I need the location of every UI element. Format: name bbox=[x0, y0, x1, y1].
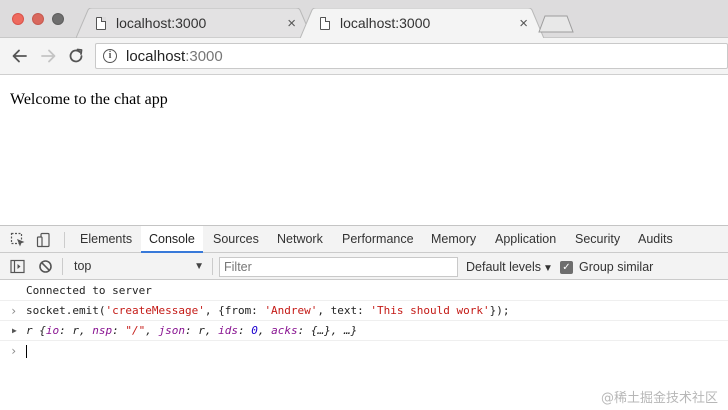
sidebar-toggle-icon[interactable] bbox=[10, 259, 25, 274]
command-string: 'createMessage' bbox=[105, 304, 205, 317]
devtools-tab-bar: Elements Console Sources Network Perform… bbox=[0, 226, 728, 253]
devtools-tab-network[interactable]: Network bbox=[277, 226, 323, 253]
log-levels-label: Default levels bbox=[466, 260, 542, 274]
devtools-tab-security[interactable]: Security bbox=[575, 226, 620, 253]
result-value: "/" bbox=[125, 324, 146, 337]
tab-close-icon[interactable]: × bbox=[519, 16, 528, 31]
chevron-right-icon: › bbox=[10, 304, 18, 318]
zoom-window-button[interactable] bbox=[52, 13, 64, 25]
command-string: 'This should work' bbox=[370, 304, 490, 317]
command-string: 'Andrew' bbox=[264, 304, 318, 317]
page-viewport: Welcome to the chat app bbox=[0, 75, 728, 225]
devtools-tab-sources[interactable]: Sources bbox=[213, 226, 259, 253]
toolbar-divider bbox=[212, 258, 213, 275]
console-filter-input[interactable] bbox=[219, 257, 458, 277]
result-key: nsp bbox=[92, 324, 113, 337]
url-port: :3000 bbox=[185, 47, 223, 65]
devtools-tab-console[interactable]: Console bbox=[141, 226, 203, 253]
devtools-tab-performance[interactable]: Performance bbox=[342, 226, 414, 253]
info-icon[interactable]: i bbox=[103, 49, 117, 63]
text-cursor bbox=[26, 344, 27, 358]
result-key: json bbox=[158, 324, 186, 337]
devtools-tab-application[interactable]: Application bbox=[495, 226, 556, 253]
devtools-panel: Elements Console Sources Network Perform… bbox=[0, 225, 728, 410]
result-value: r bbox=[198, 324, 205, 337]
tab-title: localhost:3000 bbox=[116, 15, 207, 31]
result-value: 0 bbox=[251, 324, 258, 337]
command-part: , text: bbox=[317, 304, 371, 317]
url-text[interactable]: localhost:3000 bbox=[126, 48, 223, 65]
tab-close-icon[interactable]: × bbox=[287, 16, 296, 31]
console-command: › socket.emit('createMessage', {from: 'A… bbox=[0, 301, 728, 321]
minimize-window-button[interactable] bbox=[32, 13, 44, 25]
device-toolbar-icon[interactable] bbox=[36, 232, 52, 248]
back-arrow-icon[interactable] bbox=[10, 46, 30, 66]
console-output: Connected to server › socket.emit('creat… bbox=[0, 281, 728, 361]
command-part: }); bbox=[489, 304, 510, 317]
toolbar-divider bbox=[62, 258, 63, 275]
expand-triangle-icon[interactable]: ▶ bbox=[12, 321, 17, 341]
inspect-element-icon[interactable] bbox=[10, 232, 26, 248]
result-brace: { bbox=[39, 324, 46, 337]
page-icon bbox=[96, 16, 106, 30]
console-toolbar: top ▼ Default levels▼ ✓ Group similar bbox=[0, 253, 728, 280]
log-text: Connected to server bbox=[26, 284, 152, 297]
reload-icon[interactable] bbox=[66, 46, 86, 66]
browser-titlebar: localhost:3000 × localhost:3000 × bbox=[0, 0, 728, 38]
devtools-tab-audits[interactable]: Audits bbox=[638, 226, 673, 253]
url-host: localhost bbox=[126, 47, 186, 65]
close-window-button[interactable] bbox=[12, 13, 24, 25]
result-brace: , …} bbox=[330, 324, 358, 337]
dropdown-arrow-icon: ▼ bbox=[543, 263, 553, 274]
result-key: ids bbox=[218, 324, 238, 337]
address-bar[interactable]: i localhost:3000 bbox=[95, 43, 728, 69]
clear-console-icon[interactable] bbox=[38, 259, 53, 274]
new-tab-button[interactable] bbox=[538, 15, 574, 33]
command-part: socket.emit( bbox=[26, 304, 106, 317]
devtools-tab-memory[interactable]: Memory bbox=[431, 226, 476, 253]
console-prompt[interactable]: › bbox=[0, 341, 728, 361]
forward-arrow-icon[interactable] bbox=[38, 46, 58, 66]
group-similar-label: Group similar bbox=[579, 260, 654, 274]
browser-tab-1[interactable]: localhost:3000 × bbox=[76, 8, 312, 38]
tab-title: localhost:3000 bbox=[340, 15, 431, 31]
devtools-tab-elements[interactable]: Elements bbox=[80, 226, 132, 253]
chevron-right-icon: › bbox=[10, 344, 18, 358]
log-levels-dropdown[interactable]: Default levels ▼ bbox=[466, 257, 553, 277]
page-heading: Welcome to the chat app bbox=[10, 91, 168, 108]
console-result[interactable]: ▶ r {io: r, nsp: "/", json: r, ids: 0, a… bbox=[0, 321, 728, 341]
browser-tab-2[interactable]: localhost:3000 × bbox=[300, 8, 544, 38]
console-log-message: Connected to server bbox=[0, 281, 728, 301]
command-part: , {from: bbox=[204, 304, 265, 317]
tab-inner: localhost:3000 × bbox=[320, 8, 544, 38]
result-key: io bbox=[45, 324, 60, 337]
toolbar-divider bbox=[64, 232, 65, 248]
watermark: @稀土掘金技术社区 bbox=[600, 391, 718, 406]
result-value: r bbox=[72, 324, 79, 337]
browser-toolbar: i localhost:3000 bbox=[0, 38, 728, 75]
page-icon bbox=[320, 16, 330, 30]
context-value: top bbox=[74, 259, 92, 273]
tab-inner: localhost:3000 × bbox=[96, 8, 312, 38]
dropdown-arrow-icon: ▼ bbox=[194, 261, 204, 272]
result-key: acks bbox=[271, 324, 298, 337]
result-value: {…} bbox=[310, 324, 331, 337]
group-similar-checkbox[interactable]: ✓ bbox=[560, 260, 573, 274]
context-select[interactable]: top ▼ bbox=[70, 257, 208, 276]
result-name: r bbox=[26, 324, 40, 337]
group-similar-toggle[interactable]: ✓ Group similar bbox=[560, 257, 653, 277]
